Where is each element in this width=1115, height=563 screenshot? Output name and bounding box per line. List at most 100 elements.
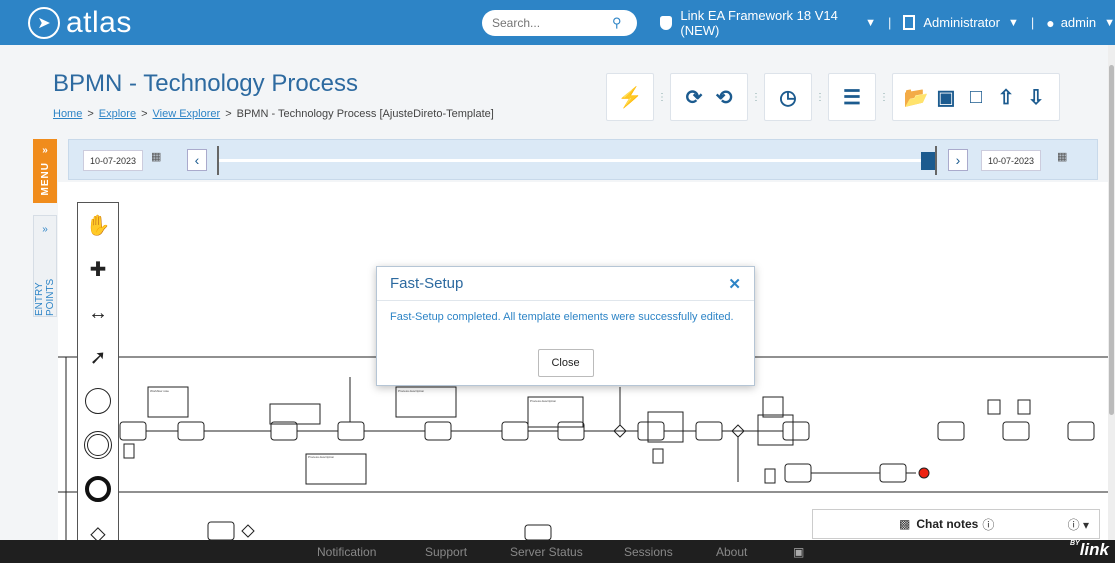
checklist-icon[interactable]: ☰ (837, 82, 867, 112)
double-chevron-right-icon: » (42, 145, 48, 156)
breadcrumb: Home > Explore > View Explorer > BPMN - Techno… (53, 108, 494, 120)
calendar-icon[interactable]: ▦ (1057, 150, 1067, 163)
chevron-down-icon[interactable]: ▼ (1104, 17, 1115, 29)
footer-server-status-link[interactable]: Server Status (510, 545, 583, 559)
toolbar-group: ◷ (764, 73, 812, 121)
toolbar-group: ⟳ ⟲ (670, 73, 748, 121)
start-event-icon[interactable] (78, 379, 118, 423)
search-box[interactable]: ⚲ (482, 10, 637, 36)
start-event-shape (85, 388, 111, 414)
info-icon[interactable]: ⓘ (982, 516, 994, 533)
entry-points-tab[interactable]: » ENTRY POINTS (33, 215, 57, 317)
footer-notification-link[interactable]: Notification (317, 545, 376, 559)
hand-pan-icon[interactable]: ✋ (78, 203, 118, 247)
close-icon[interactable]: ✕ (728, 275, 741, 293)
search-input[interactable] (492, 16, 612, 30)
chevron-down-icon[interactable]: ▼ (865, 17, 876, 29)
database-icon (660, 15, 673, 30)
timeline-prev-button[interactable]: ‹ (187, 149, 207, 171)
timeline-handle[interactable] (921, 152, 935, 170)
refresh-database-icon[interactable]: ⟲ (709, 82, 739, 112)
timeline-track[interactable] (219, 159, 927, 162)
svg-text:Process description: Process description (308, 455, 335, 459)
end-event-icon[interactable] (78, 467, 118, 511)
open-folder-icon[interactable]: 📂 (901, 82, 931, 112)
dialog-message: Fast-Setup completed. All template eleme… (390, 311, 734, 323)
page-scrollbar[interactable] (1108, 45, 1115, 540)
footer-support-link[interactable]: Support (425, 545, 467, 559)
svg-text:Workflow note: Workflow note (150, 389, 169, 393)
divider: ⋮ (751, 91, 761, 103)
save-icon[interactable]: ▣ (931, 82, 961, 112)
bookmark-add-icon[interactable]: □ (961, 82, 991, 112)
divider: | (1030, 15, 1035, 30)
menu-tab[interactable]: » MENU (33, 139, 57, 203)
intermediate-event-icon[interactable] (78, 423, 118, 467)
breadcrumb-current: BPMN - Technology Process [AjusteDireto-… (236, 108, 494, 120)
user-icon: ● (1046, 14, 1055, 31)
top-navbar: ➤ atlas ⚲ Link EA Framework 18 V14 (NEW)… (0, 0, 1115, 45)
toolbar-group: ⚡ (606, 73, 654, 121)
gateway-icon[interactable]: ◇ (78, 511, 118, 541)
intermediate-event-shape (84, 431, 112, 459)
svg-text:Process description: Process description (530, 399, 557, 403)
refresh-icon[interactable]: ⟳ (679, 82, 709, 112)
timeline-end-tick (935, 146, 937, 175)
dialog-title: Fast-Setup (390, 275, 464, 292)
help-dropdown-icon[interactable]: ⓘ ▾ (1068, 516, 1089, 533)
framework-selector[interactable]: Link EA Framework 18 V14 (NEW) (680, 8, 857, 38)
chevron-down-icon[interactable]: ▼ (1008, 17, 1019, 29)
dialog-footer: Close (377, 349, 754, 377)
brand-prefix: BY (1069, 540, 1080, 547)
toolbar-group: ☰ (828, 73, 876, 121)
toolbar-group: 📂 ▣ □ ⇧ ⇩ (892, 73, 1060, 121)
action-toolbar: ⚡ ⋮ ⟳ ⟲ ⋮ ◷ ⋮ ☰ ⋮ 📂 ▣ □ ⇧ ⇩ (606, 73, 1060, 121)
double-chevron-right-icon: » (42, 224, 48, 235)
breadcrumb-view-explorer[interactable]: View Explorer (153, 108, 221, 120)
chat-notes-panel[interactable]: ▩ Chat notes ⓘ ⓘ ▾ (812, 509, 1100, 539)
logo-compass-icon: ➤ (28, 6, 60, 39)
global-connect-icon[interactable]: ➚ (78, 335, 118, 379)
search-icon[interactable]: ⚲ (612, 15, 622, 31)
download-file-icon[interactable]: ⇩ (1021, 82, 1051, 112)
breadcrumb-explore[interactable]: Explore (99, 108, 136, 120)
lightning-icon[interactable]: ⚡ (615, 82, 645, 112)
divider: ⋮ (657, 91, 667, 103)
top-right-menu: Link EA Framework 18 V14 (NEW) ▼ | Admin… (660, 0, 1115, 45)
user-menu[interactable]: admin (1061, 15, 1096, 30)
brand-text: link (1079, 540, 1109, 559)
start-date-field[interactable]: 10-07-2023 (83, 150, 143, 171)
timeline-bar: 10-07-2023 ▦ ‹ › 10-07-2023 ▦ (68, 139, 1098, 180)
role-selector[interactable]: Administrator (923, 15, 1000, 30)
space-tool-icon[interactable]: ↔ (78, 291, 118, 335)
logo-text: atlas (66, 5, 132, 39)
lasso-select-icon[interactable]: ✚ (78, 247, 118, 291)
scrollbar-thumb[interactable] (1109, 65, 1114, 415)
history-clock-icon[interactable]: ◷ (773, 82, 803, 112)
footer-sessions-link[interactable]: Sessions (624, 545, 673, 559)
chat-bubbles-icon: ▩ (899, 517, 911, 531)
divider: ⋮ (815, 91, 825, 103)
divider: ⋮ (879, 91, 889, 103)
shape-palette: ✋ ✚ ↔ ➚ ◇ (77, 202, 119, 540)
end-event-shape (85, 476, 111, 502)
svg-text:Process description: Process description (398, 389, 425, 393)
breadcrumb-home[interactable]: Home (53, 108, 82, 120)
footer-bar: Notification Support Server Status Sessi… (0, 540, 1115, 563)
footer-about-link[interactable]: About (716, 545, 747, 559)
upload-file-icon[interactable]: ⇧ (991, 82, 1021, 112)
fast-setup-dialog: Fast-Setup ✕ Fast-Setup completed. All t… (376, 266, 755, 386)
divider: | (888, 15, 892, 30)
dialog-header: Fast-Setup ✕ (377, 267, 754, 301)
atlas-logo[interactable]: ➤ atlas (28, 6, 132, 40)
chat-notes-title: Chat notes (916, 517, 979, 531)
end-date-field[interactable]: 10-07-2023 (981, 150, 1041, 171)
close-button[interactable]: Close (537, 349, 594, 377)
calendar-icon[interactable]: ▦ (151, 150, 161, 163)
book-icon[interactable]: ▣ (793, 545, 804, 559)
entry-points-label: ENTRY POINTS (34, 278, 56, 316)
menu-label: MENU (39, 162, 51, 196)
administrator-icon (903, 15, 916, 30)
link-brand-logo: BYlink (1070, 540, 1109, 560)
timeline-next-button[interactable]: › (948, 149, 968, 171)
